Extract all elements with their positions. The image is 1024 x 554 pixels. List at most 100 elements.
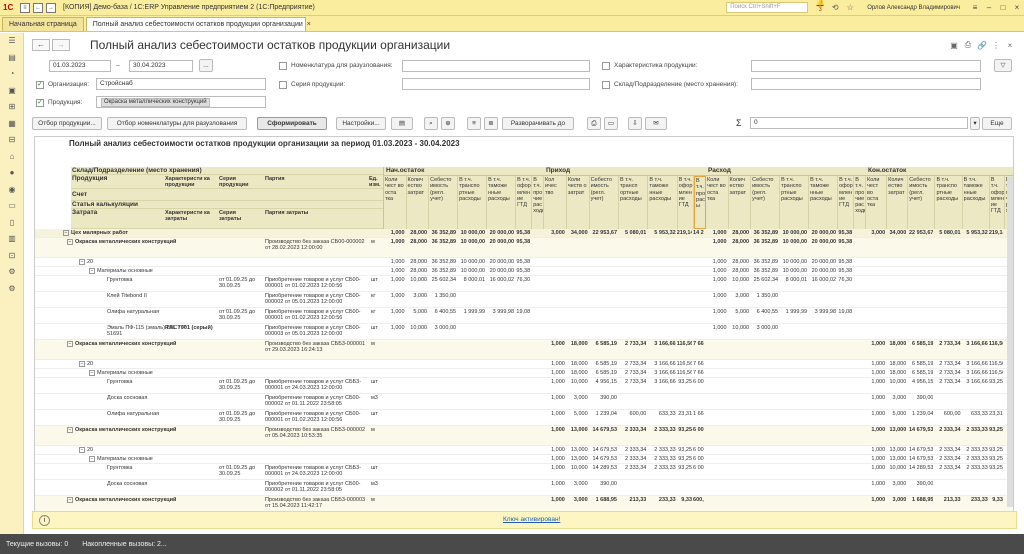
preview-icon[interactable]: ▭ xyxy=(604,117,618,130)
factory-icon[interactable]: ⌂ xyxy=(0,149,24,166)
find-icon[interactable]: ⌕ xyxy=(424,117,438,130)
settings-icon[interactable]: ≡ xyxy=(968,3,982,12)
menu-icon[interactable]: ☰ xyxy=(0,33,24,50)
document-icon[interactable]: ▯ xyxy=(0,215,24,232)
bell-icon[interactable]: 🔔3 xyxy=(814,0,826,17)
truck-icon[interactable]: ⊟ xyxy=(0,132,24,149)
table-row[interactable]: Эмаль ПФ-115 (эмаль) ГОСТ Р 51691 RAL 700… xyxy=(35,324,1013,340)
table-row[interactable]: Окраска металлических конструкций Произво… xyxy=(35,238,1013,258)
collapse-toggle-icon[interactable]: − xyxy=(89,268,95,274)
period-button[interactable]: ... xyxy=(199,59,213,72)
maximize-icon[interactable]: □ xyxy=(996,3,1010,12)
table-row[interactable]: Клей Titebond II Приобретение товаров и у… xyxy=(35,292,1013,308)
date-from-input[interactable]: 01.03.2023 xyxy=(49,60,111,72)
dt-icon[interactable]: ⊡ xyxy=(0,248,24,265)
char-input[interactable] xyxy=(751,60,981,72)
settings-button[interactable]: Настройки... xyxy=(336,117,386,130)
gear-icon[interactable]: ⚙ xyxy=(0,264,24,281)
sum-menu-icon[interactable]: ▾ xyxy=(970,117,980,130)
group-icon[interactable]: ≡ xyxy=(467,117,481,130)
table-row[interactable]: Доска сосновая Приобретение товаров и усл… xyxy=(35,394,1013,410)
pie-icon[interactable]: ◔ xyxy=(0,66,24,83)
char-checkbox[interactable] xyxy=(602,62,610,70)
warehouse-checkbox[interactable] xyxy=(602,81,610,89)
collapse-toggle-icon[interactable]: − xyxy=(63,230,69,236)
warehouse-input[interactable] xyxy=(751,78,981,90)
table-row[interactable]: Доска сосновая Приобретение товаров и усл… xyxy=(35,480,1013,496)
collapse-toggle-icon[interactable]: − xyxy=(89,456,95,462)
ungroup-icon[interactable]: ≣ xyxy=(484,117,498,130)
boxes-icon[interactable]: ▦ xyxy=(0,116,24,133)
forward-button[interactable]: → xyxy=(52,39,70,51)
close-window-icon[interactable]: × xyxy=(1010,3,1024,12)
table-row[interactable]: 20 1,000 18,000 6 585,19 2 733,34 3 166,66 116… xyxy=(35,360,1013,369)
table-row[interactable]: Материалы основные 1,000 18,000 6 585,19 2 7… xyxy=(35,369,1013,378)
bag-icon[interactable]: ▣ xyxy=(0,83,24,100)
global-search-input[interactable]: Поиск Ctrl+Shift+F xyxy=(726,2,809,13)
prod-tag[interactable]: Окраска металлических конструкций xyxy=(101,98,210,107)
collapse-toggle-icon[interactable]: − xyxy=(79,361,85,367)
table-row[interactable]: Грунтовка от 01.09.25 до 30.09.25 Приобрет… xyxy=(35,378,1013,394)
prod-input[interactable]: Окраска металлических конструкций xyxy=(96,96,266,108)
back-button[interactable]: ← xyxy=(32,39,50,51)
series-input[interactable] xyxy=(402,78,590,90)
table-row[interactable]: Олифа натуральная от 01.09.25 до 30.09.25… xyxy=(35,410,1013,426)
users-icon[interactable]: ◉ xyxy=(0,182,24,199)
expand-to-button[interactable]: Разворачивать до xyxy=(502,117,574,130)
collapse-toggle-icon[interactable]: − xyxy=(67,427,73,433)
history-icon[interactable]: ⟲ xyxy=(829,3,841,12)
table-row[interactable]: Цех малярных работ 1,000 28,000 36 352,89 10… xyxy=(35,229,1013,238)
print-icon[interactable]: ⎙ xyxy=(587,117,601,130)
info-icon[interactable]: i xyxy=(39,515,50,526)
bookmark-icon[interactable]: ▤ xyxy=(0,50,24,67)
print-icon[interactable]: ⎙ xyxy=(961,40,975,50)
nomen-input[interactable] xyxy=(402,60,590,72)
user-icon[interactable]: ● xyxy=(0,165,24,182)
table-row[interactable]: Материалы основные 1,000 13,000 14 679,53 2 … xyxy=(35,455,1013,464)
table-row[interactable]: 20 1,000 28,000 36 352,89 10 000,00 20 000,00… xyxy=(35,258,1013,267)
collapse-toggle-icon[interactable]: − xyxy=(67,497,73,503)
save-icon[interactable]: ▣ xyxy=(947,41,961,50)
table-row[interactable]: 20 1,000 13,000 14 679,53 2 333,34 2 333,33 93… xyxy=(35,446,1013,455)
back-icon[interactable]: ← xyxy=(33,2,43,13)
table-row[interactable]: Грунтовка от 01.09.25 до 30.09.25 Приобрет… xyxy=(35,464,1013,480)
org-input[interactable]: Стройснаб xyxy=(96,78,266,90)
tab-home[interactable]: Начальная страница xyxy=(2,17,84,31)
user-name[interactable]: Орлов Александр Владимирович xyxy=(867,5,960,11)
forward-icon[interactable]: → xyxy=(46,2,56,13)
star-icon[interactable]: ☆ xyxy=(844,3,856,12)
menu-icon[interactable]: ≡ xyxy=(20,2,30,13)
link-icon[interactable]: 🔗 xyxy=(975,41,989,50)
more-icon[interactable]: ⋮ xyxy=(989,41,1003,50)
minimize-icon[interactable]: – xyxy=(982,3,996,12)
admin-icon[interactable]: ⚙ xyxy=(0,281,24,298)
table-row[interactable]: Олифа натуральная от 01.09.25 до 30.09.25… xyxy=(35,308,1013,324)
collapse-toggle-icon[interactable]: − xyxy=(67,341,73,347)
table-row[interactable]: Материалы основные 1,000 28,000 36 352,89 10… xyxy=(35,267,1013,276)
generate-button[interactable]: Сформировать xyxy=(257,117,327,130)
date-to-input[interactable]: 30.04.2023 xyxy=(129,60,193,72)
series-checkbox[interactable] xyxy=(279,81,287,89)
variants-icon[interactable]: ▤ xyxy=(391,117,413,130)
collapse-toggle-icon[interactable]: − xyxy=(89,370,95,376)
close-icon[interactable]: × xyxy=(1003,41,1017,50)
money-icon[interactable]: ▭ xyxy=(0,198,24,215)
tab-report[interactable]: Полный анализ себестоимости остатков про… xyxy=(85,17,311,31)
collapse-toggle-icon[interactable]: − xyxy=(67,239,73,245)
key-activated-link[interactable]: Ключ активирован! xyxy=(503,516,560,523)
select-products-button[interactable]: Отбор продукции... xyxy=(32,117,102,130)
filter-icon[interactable]: ▽ xyxy=(994,59,1012,72)
mail-icon[interactable]: ✉ xyxy=(645,117,667,130)
zoom-icon[interactable]: ⊕ xyxy=(441,117,455,130)
select-nomen-button[interactable]: Отбор номенклатуры для разузлования xyxy=(107,117,247,130)
tab-close-icon[interactable]: × xyxy=(307,21,311,28)
report-sheet[interactable]: Полный анализ себестоимости остатков про… xyxy=(34,136,1014,516)
collapse-toggle-icon[interactable]: − xyxy=(79,259,85,265)
more-button[interactable]: Еще xyxy=(982,117,1012,130)
chart-icon[interactable]: ▥ xyxy=(0,231,24,248)
collapse-toggle-icon[interactable]: − xyxy=(79,447,85,453)
table-row[interactable]: Окраска металлических конструкций Произво… xyxy=(35,340,1013,360)
prod-checkbox[interactable]: ✓ xyxy=(36,99,44,107)
table-row[interactable]: Грунтовка от 01.09.25 до 30.09.25 Приобрет… xyxy=(35,276,1013,292)
vertical-scrollbar[interactable] xyxy=(1007,177,1013,507)
